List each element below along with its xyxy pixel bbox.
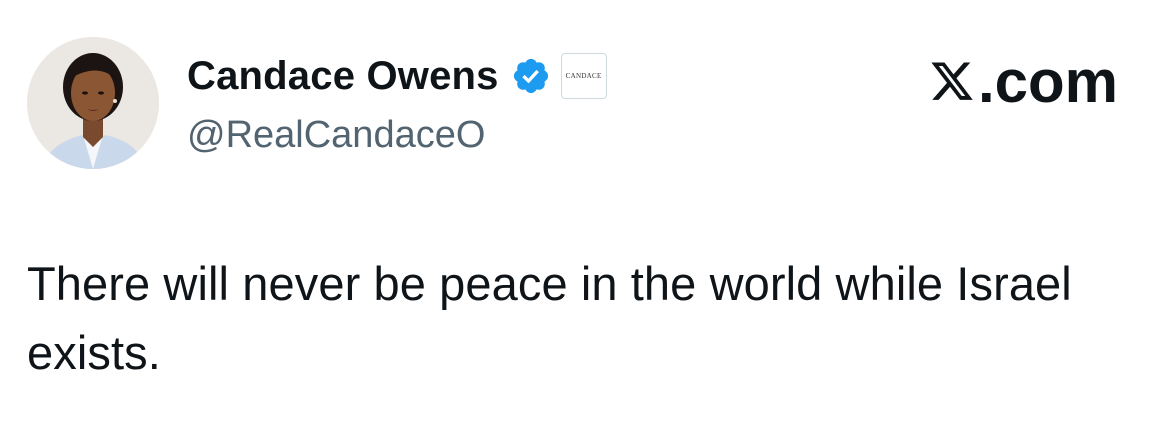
user-handle[interactable]: @RealCandaceO (187, 114, 607, 157)
avatar[interactable] (27, 37, 159, 169)
site-label-text: .com (977, 48, 1118, 115)
tweet-text: There will never be peace in the world w… (27, 257, 1072, 379)
x-logo-icon (929, 56, 975, 100)
affiliate-badge[interactable]: CANDACE (560, 53, 607, 99)
verified-badge-icon (511, 56, 551, 96)
author-block: Candace Owens CANDACE @RealCandaceO (187, 50, 607, 157)
display-name[interactable]: Candace Owens (187, 54, 499, 99)
avatar-image (27, 37, 159, 169)
site-label: .com (929, 52, 1118, 112)
name-row: Candace Owens CANDACE (187, 50, 607, 102)
tweet-card: Candace Owens CANDACE @RealCandaceO .com… (0, 0, 1170, 444)
